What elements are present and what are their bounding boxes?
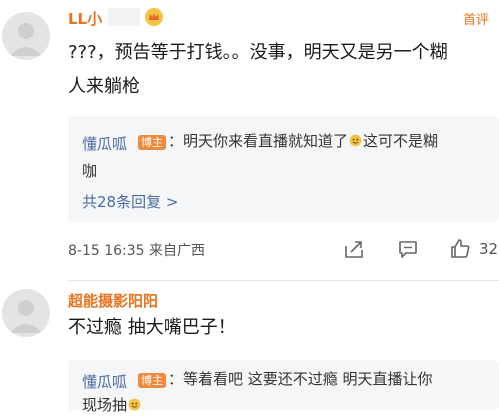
comment-username[interactable]: 超能摄影阳阳 bbox=[68, 290, 158, 311]
comment-username[interactable]: LL小 bbox=[68, 8, 102, 29]
thumbs-up-icon[interactable] bbox=[449, 237, 471, 259]
reply-author[interactable]: 懂瓜呱 bbox=[82, 133, 127, 154]
avatar[interactable] bbox=[2, 12, 50, 60]
comment-text-line-1: ???，预告等于打钱。。没事，明天又是另一个糊 bbox=[68, 42, 448, 63]
view-more-replies-link[interactable]: 共28条回复 > bbox=[82, 191, 178, 212]
username-blur bbox=[108, 8, 140, 26]
reply-text-line-2: 咖 bbox=[82, 162, 98, 180]
blogger-badge: 博主 bbox=[138, 135, 166, 150]
reply-text-part-1: ：明天你来看直播就知道了 bbox=[168, 132, 349, 150]
share-icon[interactable] bbox=[343, 238, 365, 260]
comment-text-line-2: 人来躺枪 bbox=[68, 76, 140, 97]
like-count: 32 bbox=[479, 240, 499, 258]
reply-text-line-1: ：等着看吧 这要还不过瘾 明天直播让你 bbox=[168, 370, 433, 388]
avatar[interactable] bbox=[2, 289, 50, 337]
first-comment-tag: 首评 bbox=[463, 13, 490, 28]
comment-item-2: 超能摄影阳阳 不过瘾 抽大嘴巴子！ 懂瓜呱 博主 ：等着看吧 这要还不过瘾 明天… bbox=[0, 281, 499, 414]
blogger-badge: 博主 bbox=[138, 373, 166, 388]
comment-item-1: LL小 首评 ???，预告等于打钱。。没事，明天又是另一个糊 人来躺枪 懂瓜呱 … bbox=[0, 0, 499, 285]
comment-timestamp-location: 8-15 16:35 来自广西 bbox=[68, 243, 206, 259]
vip-crown-badge-icon bbox=[145, 8, 163, 26]
reply-author[interactable]: 懂瓜呱 bbox=[82, 371, 127, 392]
emoji-icon bbox=[349, 134, 362, 147]
comment-icon[interactable] bbox=[397, 238, 419, 260]
reply-text-part-1: 现场抽 bbox=[82, 396, 128, 414]
reply-text-part-2: 这可不是糊 bbox=[363, 132, 439, 150]
reply-text-line-2: 现场抽 bbox=[82, 390, 142, 420]
emoji-icon bbox=[128, 398, 141, 411]
reply-text-line-1: ：明天你来看直播就知道了 这可不是糊 bbox=[168, 126, 438, 156]
comment-text-line-1: 不过瘾 抽大嘴巴子！ bbox=[68, 317, 236, 338]
